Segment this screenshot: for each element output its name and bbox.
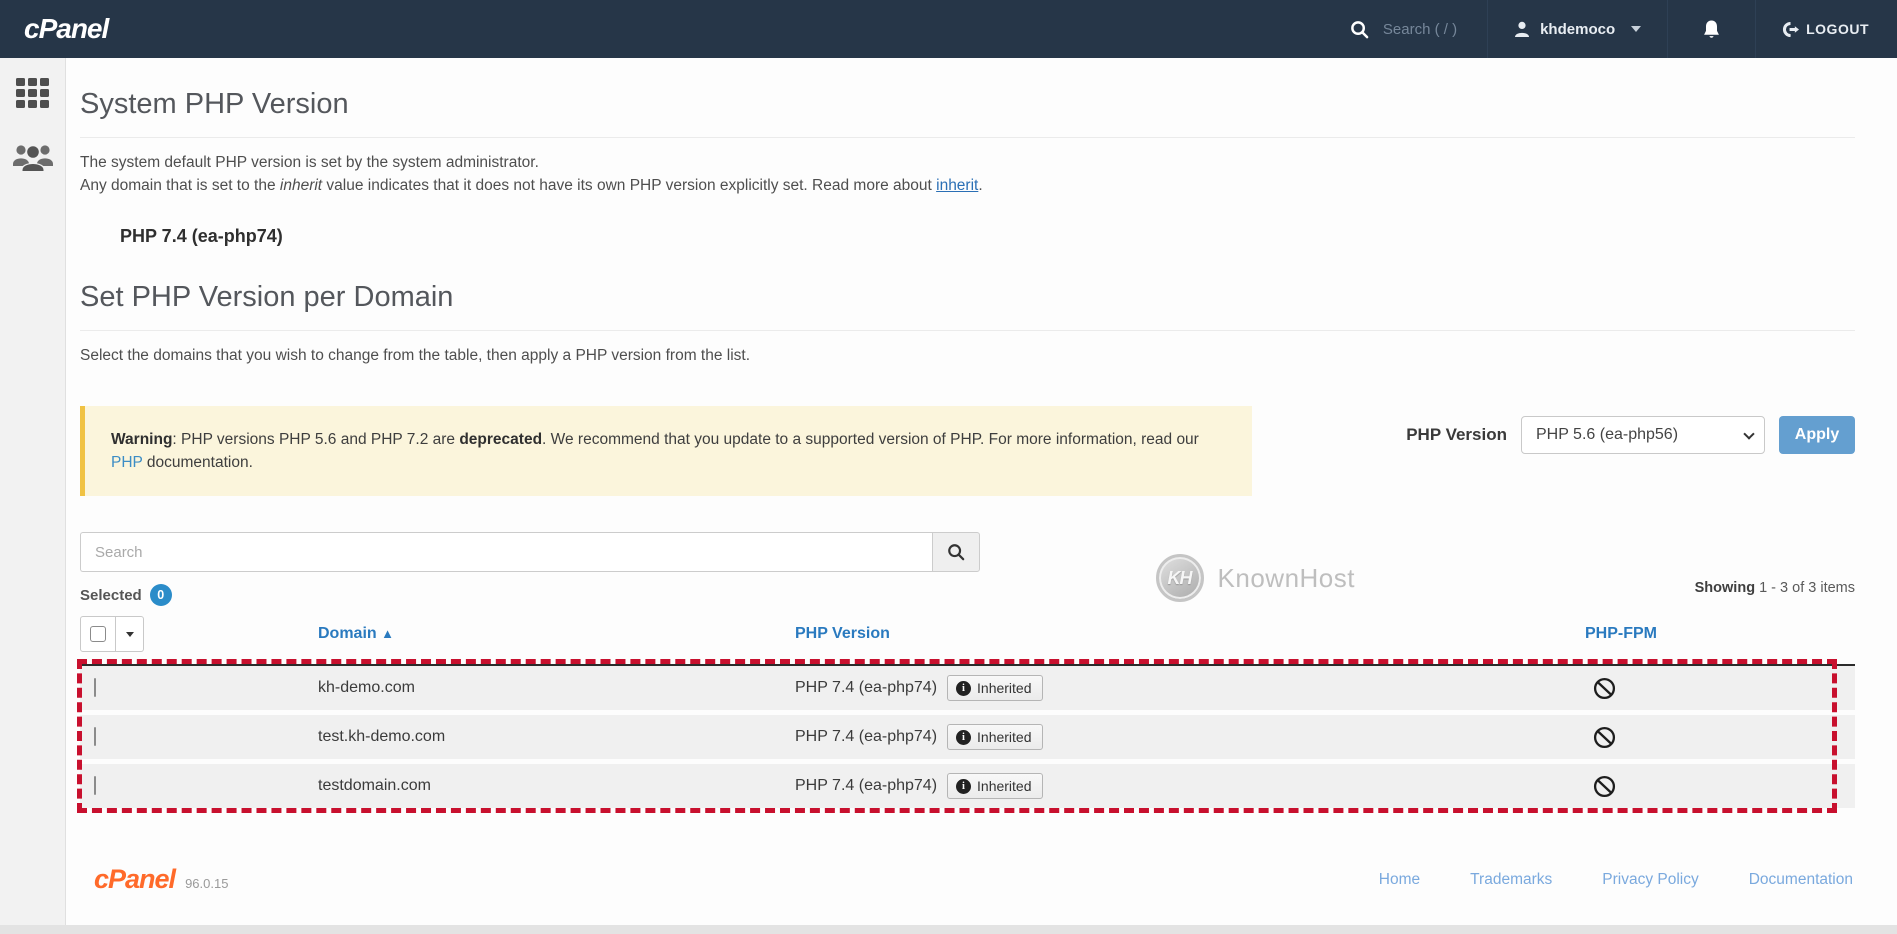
system-php-version-value: PHP 7.4 (ea-php74) — [120, 226, 1855, 247]
username-label: khdemoco — [1540, 21, 1615, 38]
table-header-row: Domain ▲ PHP Version PHP-FPM — [80, 606, 1855, 664]
inherit-link[interactable]: inherit — [936, 177, 978, 194]
footer-links: Home Trademarks Privacy Policy Documenta… — [1379, 871, 1853, 889]
php-version-cell: PHP 7.4 (ea-php74) iInherited — [795, 724, 1585, 750]
knownhost-name: KnownHost — [1218, 563, 1355, 594]
top-navbar: cPanel Search ( / ) khdemoco LOGOUT — [0, 0, 1897, 58]
php-version-control: PHP Version PHP 5.6 (ea-php56) Apply — [1406, 416, 1855, 454]
inherited-badge[interactable]: iInherited — [947, 675, 1042, 701]
footer-link-trademarks[interactable]: Trademarks — [1470, 871, 1552, 889]
table-row[interactable]: kh-demo.com PHP 7.4 (ea-php74) iInherite… — [80, 666, 1855, 710]
table-row[interactable]: test.kh-demo.com PHP 7.4 (ea-php74) iInh… — [80, 715, 1855, 759]
showing-items-text: Showing 1 - 3 of 3 items — [1695, 580, 1855, 596]
warning-label: Warning — [111, 431, 172, 448]
apps-grid-icon[interactable] — [16, 78, 49, 108]
select-all-checkbox-button[interactable] — [80, 616, 116, 652]
php-version-cell: PHP 7.4 (ea-php74) iInherited — [795, 675, 1585, 701]
selected-label: Selected — [80, 587, 142, 604]
apply-button[interactable]: Apply — [1779, 416, 1855, 454]
chevron-down-icon — [1743, 428, 1754, 439]
description-line1: The system default PHP version is set by… — [80, 154, 539, 171]
inherit-emphasis: inherit — [280, 177, 322, 194]
php-fpm-cell — [1585, 775, 1855, 798]
php-version-label: PHP Version — [1406, 425, 1507, 445]
select-menu-button[interactable] — [116, 616, 144, 652]
row-checkbox[interactable] — [94, 776, 96, 795]
search-icon — [1350, 20, 1369, 39]
prohibited-icon — [1593, 775, 1855, 798]
column-header-php-fpm[interactable]: PHP-FPM — [1585, 625, 1855, 643]
cpanel-footer-logo: cPanel — [94, 864, 175, 895]
footer-link-home[interactable]: Home — [1379, 871, 1420, 889]
left-sidebar — [0, 58, 66, 934]
deprecation-warning-callout: Warning: PHP versions PHP 5.6 and PHP 7.… — [80, 406, 1252, 497]
caret-down-icon — [126, 632, 134, 637]
prohibited-icon — [1593, 726, 1855, 749]
column-header-domain[interactable]: Domain ▲ — [318, 625, 795, 643]
domain-cell: testdomain.com — [318, 777, 795, 795]
global-search-placeholder: Search ( / ) — [1383, 21, 1457, 38]
global-search[interactable]: Search ( / ) — [1320, 0, 1487, 58]
php-fpm-cell — [1585, 726, 1855, 749]
table-body: kh-demo.com PHP 7.4 (ea-php74) iInherite… — [80, 664, 1855, 808]
users-icon[interactable] — [12, 140, 54, 172]
selected-count-row: Selected 0 — [80, 584, 1855, 606]
notifications-button[interactable] — [1667, 0, 1755, 58]
logout-button[interactable]: LOGOUT — [1755, 0, 1897, 58]
php-version-cell: PHP 7.4 (ea-php74) iInherited — [795, 773, 1585, 799]
logout-icon — [1782, 21, 1799, 38]
info-icon: i — [956, 779, 971, 794]
logout-label: LOGOUT — [1806, 21, 1869, 37]
footer-link-privacy-policy[interactable]: Privacy Policy — [1602, 871, 1698, 889]
row-checkbox[interactable] — [94, 727, 96, 746]
domain-cell: test.kh-demo.com — [318, 728, 795, 746]
search-icon — [947, 543, 965, 561]
domain-cell: kh-demo.com — [318, 679, 795, 697]
footer-link-documentation[interactable]: Documentation — [1749, 871, 1853, 889]
caret-down-icon — [1631, 26, 1641, 32]
section-description: Select the domains that you wish to chan… — [80, 345, 1855, 368]
bell-icon — [1702, 19, 1721, 40]
cpanel-logo: cPanel — [0, 13, 108, 45]
section-title: Set PHP Version per Domain — [80, 281, 1855, 331]
select-all-group — [80, 616, 318, 652]
php-version-selected-option: PHP 5.6 (ea-php56) — [1536, 426, 1678, 444]
warning-and-controls-row: Warning: PHP versions PHP 5.6 and PHP 7.… — [80, 406, 1855, 497]
inherited-badge[interactable]: iInherited — [947, 724, 1042, 750]
info-icon: i — [956, 730, 971, 745]
deprecated-emphasis: deprecated — [459, 431, 542, 448]
prohibited-icon — [1593, 677, 1855, 700]
viewport-bottom-edge — [0, 925, 1897, 934]
column-header-php-version[interactable]: PHP Version — [795, 625, 1585, 643]
php-docs-link[interactable]: PHP — [111, 454, 143, 471]
checkbox[interactable] — [90, 626, 106, 642]
knownhost-watermark: KH KnownHost — [1156, 554, 1355, 602]
selected-count-badge: 0 — [150, 584, 172, 606]
cpanel-version: 96.0.15 — [185, 876, 228, 891]
page-description: The system default PHP version is set by… — [80, 152, 1855, 198]
footer-brand-wrap: cPanel 96.0.15 — [80, 864, 228, 895]
search-input[interactable] — [80, 532, 932, 572]
row-checkbox[interactable] — [94, 678, 96, 697]
php-fpm-cell — [1585, 677, 1855, 700]
php-version-select[interactable]: PHP 5.6 (ea-php56) — [1521, 416, 1765, 454]
table-search-group — [80, 532, 980, 572]
page-title: System PHP Version — [80, 88, 1855, 138]
table-row[interactable]: testdomain.com PHP 7.4 (ea-php74) iInher… — [80, 764, 1855, 808]
main-content: System PHP Version The system default PH… — [66, 58, 1897, 934]
knownhost-logo-icon: KH — [1156, 554, 1204, 602]
user-menu[interactable]: khdemoco — [1487, 0, 1667, 58]
info-icon: i — [956, 681, 971, 696]
search-button[interactable] — [932, 532, 980, 572]
sort-ascending-icon: ▲ — [381, 626, 394, 641]
user-icon — [1514, 21, 1530, 38]
domain-table-area: Selected 0 KH KnownHost Showing 1 - 3 of… — [80, 532, 1855, 808]
page-footer: cPanel 96.0.15 Home Trademarks Privacy P… — [80, 864, 1855, 895]
navbar-right: Search ( / ) khdemoco LOGOUT — [1320, 0, 1897, 58]
inherited-badge[interactable]: iInherited — [947, 773, 1042, 799]
